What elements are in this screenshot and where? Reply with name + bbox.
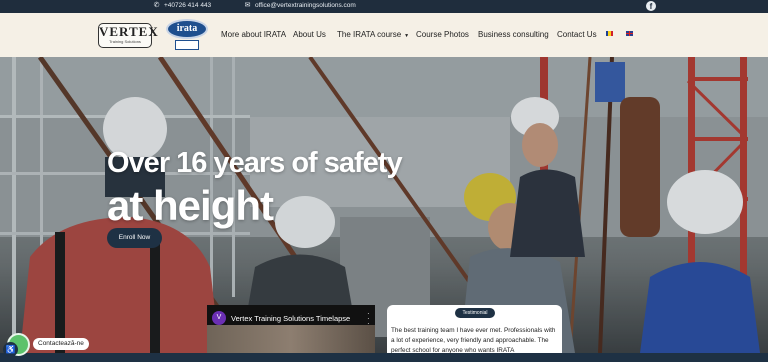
irata-logo[interactable]: irata	[166, 19, 208, 51]
vertex-logo[interactable]: VERTEX Training Solutions	[98, 23, 159, 48]
email-icon: ✉	[244, 2, 251, 9]
nav-item-irata-course[interactable]: The IRATA course ▼	[337, 30, 409, 39]
phone-link[interactable]: ✆ +40726 414 443	[153, 2, 212, 9]
enroll-now-button[interactable]: Enroll Now	[107, 228, 162, 248]
channel-avatar[interactable]: V	[212, 311, 226, 325]
hero-section: Over 16 years of safety at height Enroll…	[0, 57, 768, 353]
phone-number: +40726 414 443	[164, 2, 212, 9]
irata-logo-text: irata	[166, 19, 208, 39]
hero-title-line1: Over 16 years of safety	[107, 147, 403, 179]
testimonial-text: The best training team I have ever met. …	[391, 327, 556, 354]
main-header: VERTEX Training Solutions irata More abo…	[0, 13, 768, 57]
nav-item-irata-course-label: The IRATA course	[337, 30, 402, 39]
video-title[interactable]: Vertex Training Solutions Timelapse	[231, 314, 350, 323]
more-options-icon[interactable]: · · ·	[367, 310, 370, 328]
facebook-icon[interactable]: f	[646, 1, 656, 11]
nav-item-business-consulting[interactable]: Business consulting	[478, 30, 549, 39]
nav-item-about-us[interactable]: About Us	[293, 30, 326, 39]
vertex-logo-text: VERTEX	[99, 24, 159, 39]
accessibility-icon[interactable]: ♿	[3, 342, 18, 357]
irata-logo-badge	[175, 40, 199, 50]
nav-item-course-photos[interactable]: Course Photos	[416, 30, 469, 39]
chevron-down-icon: ▼	[404, 33, 410, 39]
hero-title-line2: at height	[107, 182, 274, 229]
vertex-logo-tagline: Training Solutions	[109, 39, 141, 44]
ro-flag-icon[interactable]	[606, 31, 613, 36]
nav-item-more-about-irata[interactable]: More about IRATA	[221, 30, 286, 39]
testimonial-badge: Testimonial	[455, 308, 495, 318]
email-address: office@vertextrainingsolutions.com	[255, 2, 356, 9]
top-info-bar: ✆ +40726 414 443 ✉ office@vertextraining…	[0, 0, 768, 13]
contact-us-pill[interactable]: Contactează-ne	[33, 338, 89, 350]
hero-bottom-strip	[0, 353, 768, 362]
gb-flag-icon[interactable]	[626, 31, 633, 36]
nav-item-contact-us[interactable]: Contact Us	[557, 30, 597, 39]
email-link[interactable]: ✉ office@vertextrainingsolutions.com	[244, 2, 356, 9]
phone-icon: ✆	[153, 2, 160, 9]
